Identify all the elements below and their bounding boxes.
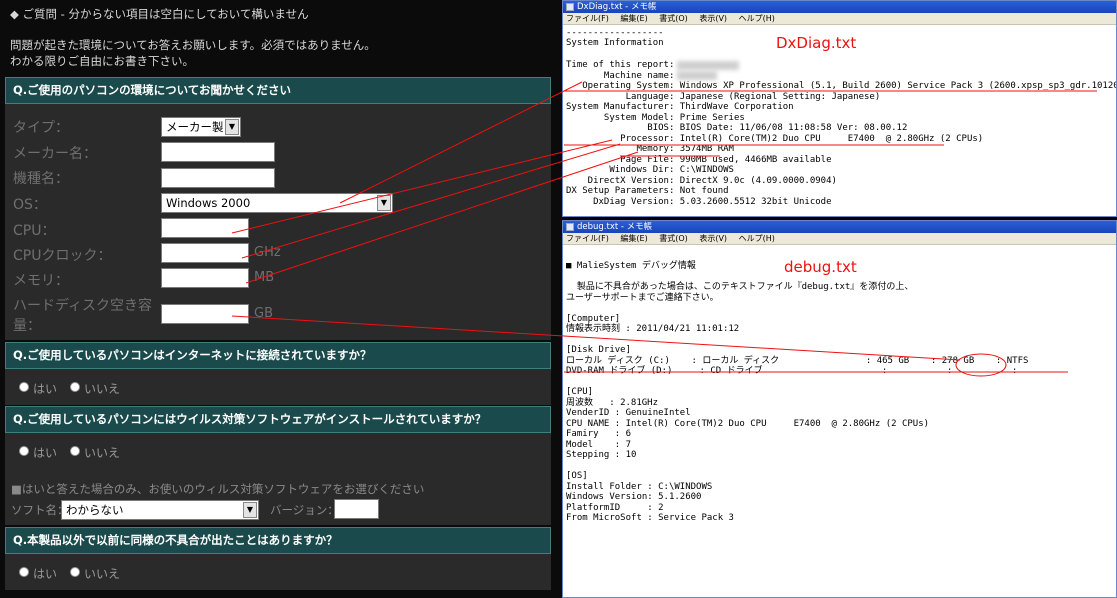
free-space-circle <box>955 353 1007 377</box>
os-connector <box>339 81 583 204</box>
hdd-connector <box>231 315 961 361</box>
cpu-connector <box>231 139 613 234</box>
annotation-overlay <box>231 81 1097 377</box>
clock-connector <box>241 143 621 259</box>
memory-connector <box>245 151 639 284</box>
